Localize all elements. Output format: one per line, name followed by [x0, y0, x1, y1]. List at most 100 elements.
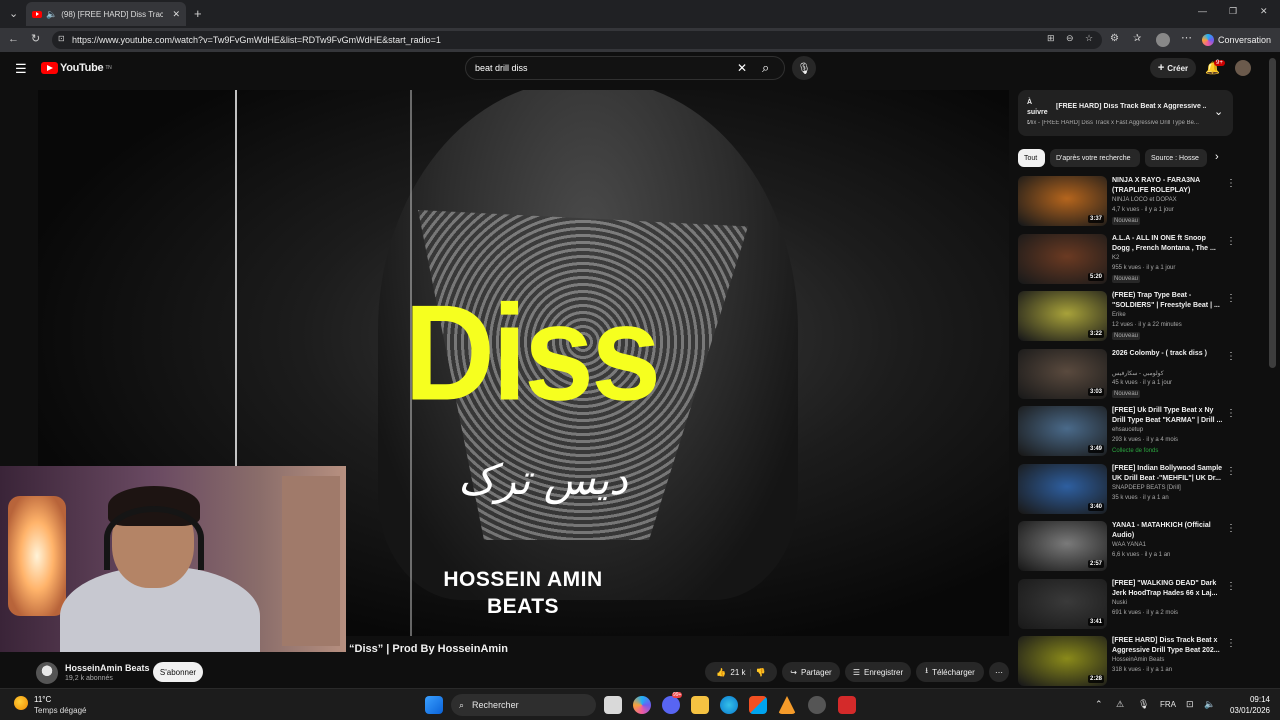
favorite-star-icon[interactable]: ☆	[1085, 34, 1093, 43]
recommendation-thumbnail[interactable]: 3:49	[1018, 406, 1107, 456]
favorites-icon[interactable]: ✰	[1133, 34, 1141, 44]
chevron-down-icon[interactable]: ⌄	[1214, 107, 1223, 118]
language-indicator[interactable]: FRA	[1160, 700, 1176, 709]
search-input[interactable]: beat drill diss ✕ ⌕	[465, 56, 785, 80]
more-vert-icon[interactable]: ⋮	[1226, 293, 1236, 304]
more-vert-icon[interactable]: ⋮	[1226, 581, 1236, 592]
tray-chevron-icon[interactable]: ⌃	[1095, 699, 1103, 710]
clear-search-icon[interactable]: ✕	[737, 62, 747, 74]
task-view-icon[interactable]	[604, 696, 622, 714]
share-button[interactable]: ↪ Partager	[782, 662, 840, 682]
weather-sun-icon[interactable]	[14, 696, 28, 710]
more-vert-icon[interactable]: ⋮	[1226, 351, 1236, 362]
volume-icon[interactable]: 🔈	[1204, 699, 1215, 710]
create-button[interactable]: + Créer	[1150, 58, 1196, 78]
extensions-icon[interactable]: ⚙	[1110, 34, 1119, 44]
close-window-icon[interactable]: ✕	[1260, 7, 1268, 16]
discord-icon[interactable]	[662, 696, 680, 714]
recommendation-meta: 955 k vues · il y a 1 jour	[1112, 264, 1176, 271]
chip-from-search[interactable]: D'après votre recherche	[1050, 149, 1140, 167]
app-circle-icon[interactable]	[808, 696, 826, 714]
menu-icon[interactable]: ☰	[15, 62, 27, 75]
weather-temperature[interactable]: 11°C	[34, 695, 51, 704]
youtube-logo[interactable]: YouTube TN	[41, 62, 112, 74]
recommendation-item[interactable]: 3:22 (FREE) Trap Type Beat - "SOLDIERS" |…	[1018, 291, 1240, 343]
recommendation-thumbnail[interactable]: 2:57	[1018, 521, 1107, 571]
more-vert-icon[interactable]: ⋮	[1226, 408, 1236, 419]
back-icon[interactable]: ←	[8, 34, 19, 45]
recommendation-thumbnail[interactable]: 3:22	[1018, 291, 1107, 341]
conversation-button[interactable]: Conversation	[1202, 31, 1276, 49]
more-vert-icon[interactable]: ⋮	[1226, 466, 1236, 477]
recommendation-item[interactable]: 5:20 A.L.A - ALL IN ONE ft Snoop Dogg , F…	[1018, 233, 1240, 286]
more-actions-button[interactable]: ⋯	[989, 662, 1009, 682]
recommendation-item[interactable]: 3:49 [FREE] Uk Drill Type Beat x Ny Drill…	[1018, 406, 1240, 458]
clock-date[interactable]: 03/01/2026	[1222, 706, 1270, 715]
app-red-icon[interactable]	[838, 696, 856, 714]
tab-list-icon[interactable]: ⌄	[9, 9, 18, 20]
recommendation-item[interactable]: 2:28 [FREE HARD] Diss Track Beat x Aggres…	[1018, 636, 1240, 688]
download-button[interactable]: ⭳ Télécharger	[916, 662, 984, 682]
app-install-icon[interactable]: ⊞	[1047, 34, 1055, 43]
address-bar[interactable]: ⊡ https://www.youtube.com/watch?v=Tw9FvG…	[52, 31, 1102, 49]
more-icon: ⋯	[995, 667, 1003, 677]
reload-icon[interactable]: ↻	[31, 34, 40, 45]
minimize-icon[interactable]: —	[1198, 7, 1207, 16]
edge-icon[interactable]	[720, 696, 738, 714]
more-vert-icon[interactable]: ⋮	[1226, 236, 1236, 247]
taskbar-search[interactable]: ⌕ Rechercher	[451, 694, 596, 716]
new-tab-icon[interactable]: +	[194, 7, 202, 20]
recommendation-item[interactable]: 3:37 NINJA X RAYO - FARA3NA (TRAPLIFE ROL…	[1018, 176, 1240, 228]
chip-all[interactable]: Tout	[1018, 149, 1045, 167]
recommendation-item[interactable]: 2:57 YANA1 - MATAHKICH (Official Audio) WA…	[1018, 521, 1240, 573]
channel-avatar[interactable]	[36, 662, 58, 684]
windows-start-icon[interactable]	[425, 696, 443, 714]
voice-search-button[interactable]: 🎙	[792, 56, 816, 80]
recommendation-thumbnail[interactable]: 5:20	[1018, 233, 1107, 284]
more-vert-icon[interactable]: ⋮	[1226, 523, 1236, 534]
recommendation-thumbnail[interactable]: 3:41	[1018, 578, 1107, 629]
channel-name[interactable]: HosseinAmin Beats	[65, 663, 150, 673]
recommendation-item[interactable]: 3:41 [FREE] "WALKING DEAD" Dark Jerk Hood…	[1018, 578, 1240, 631]
more-vert-icon[interactable]: ⋮	[1226, 638, 1236, 649]
subscribe-button[interactable]: S'abonner	[153, 662, 203, 682]
recommendation-thumbnail[interactable]: 3:37	[1018, 176, 1107, 226]
recommendation-item[interactable]: 3:40 [FREE] Indian Bollywood Sample UK Dr…	[1018, 463, 1240, 516]
thumbs-down-icon[interactable]: 👎	[756, 668, 766, 677]
store-icon[interactable]	[749, 696, 767, 714]
save-button[interactable]: ☰ Enregistrer	[845, 662, 911, 682]
maximize-icon[interactable]: ❐	[1229, 7, 1237, 16]
chip-source[interactable]: Source : Hosse	[1145, 149, 1207, 167]
duration-badge: 2:28	[1087, 675, 1104, 683]
tab-title: (98) [FREE HARD] Diss Track x	[61, 9, 164, 19]
browser-tab[interactable]: 🔈 (98) [FREE HARD] Diss Track x ✕	[26, 2, 186, 26]
search-icon[interactable]: ⌕	[762, 61, 769, 74]
close-tab-icon[interactable]: ✕	[172, 9, 180, 20]
more-vert-icon[interactable]: ⋮	[1226, 178, 1236, 189]
app-orange-icon[interactable]	[778, 696, 796, 714]
clock-time[interactable]: 09:14	[1230, 695, 1270, 704]
weather-description[interactable]: Temps dégagé	[34, 706, 86, 715]
up-next-card[interactable]: À suivre : [FREE HARD] Diss Track Beat x…	[1018, 90, 1233, 136]
more-menu-icon[interactable]: ⋯	[1181, 33, 1192, 44]
recommendation-thumbnail[interactable]: 3:40	[1018, 463, 1107, 514]
speaker-icon[interactable]: 🔈	[46, 9, 57, 20]
like-button[interactable]: 👍 21 k	[716, 668, 745, 677]
copilot-taskbar-icon[interactable]	[633, 696, 651, 714]
zoom-icon[interactable]: ⊖	[1066, 34, 1074, 43]
chevron-right-icon[interactable]: ›	[1215, 152, 1219, 163]
recommendation-meta: 35 k vues · il y a 1 an	[1112, 494, 1169, 501]
duration-badge: 3:49	[1087, 445, 1104, 453]
recommendation-thumbnail[interactable]: 3:03	[1018, 348, 1107, 399]
account-avatar[interactable]	[1235, 60, 1251, 76]
like-dislike-group: 👍 21 k | 👎	[705, 662, 777, 682]
file-explorer-icon[interactable]	[691, 696, 709, 714]
profile-avatar[interactable]	[1156, 33, 1170, 47]
site-info-icon[interactable]: ⊡	[58, 35, 65, 43]
wifi-icon[interactable]: ⊡	[1186, 699, 1194, 710]
recommendation-item[interactable]: 3:03 2026 Colomby - ( track diss ) كولومبي…	[1018, 348, 1240, 401]
scrollbar[interactable]	[1269, 58, 1276, 368]
mic-tray-icon[interactable]: 🎙	[1138, 699, 1149, 710]
recommendation-thumbnail[interactable]: 2:28	[1018, 636, 1107, 686]
network-icon[interactable]: ⚠	[1116, 699, 1124, 710]
